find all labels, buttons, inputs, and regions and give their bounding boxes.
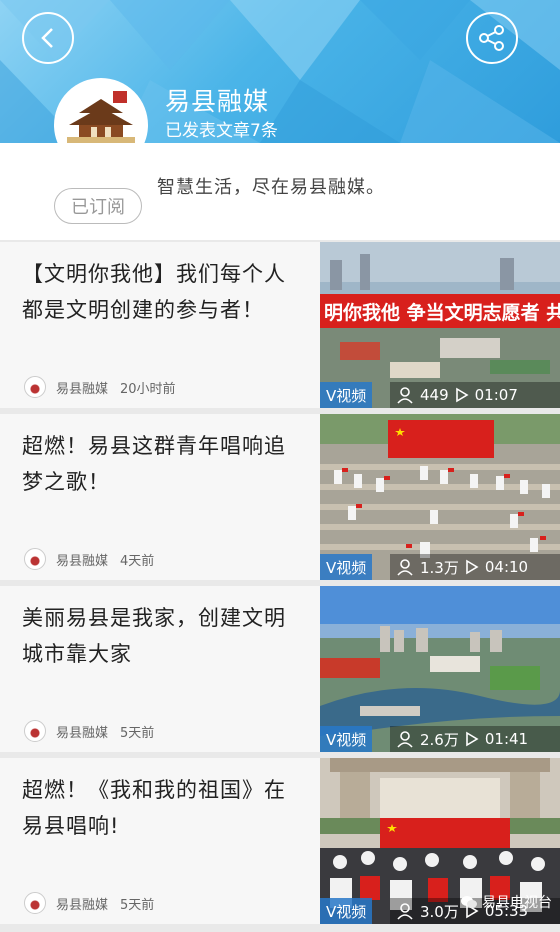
share-icon (479, 25, 504, 51)
user-icon (397, 731, 413, 748)
article-time: 4天前 (120, 553, 155, 569)
article-card[interactable]: 超燃！易县这群青年唱响追梦之歌！ 易县融媒 4天前 V视频 1.3万 04:10 (0, 414, 560, 580)
video-thumbnail[interactable]: V视频 3.0万 05:33 易县电视台 (320, 758, 560, 924)
watermark: 易县电视台 (460, 892, 552, 912)
article-meta: 易县融媒 4天前 (24, 548, 154, 570)
view-count: 2.6万 (420, 730, 459, 749)
article-source: 易县融媒 (56, 553, 109, 569)
video-stats: 2.6万 01:41 (390, 726, 560, 752)
view-count: 3.0万 (420, 902, 459, 921)
play-icon (466, 559, 479, 575)
video-badge: V视频 (320, 382, 373, 408)
article-source: 易县融媒 (56, 381, 109, 397)
video-thumbnail[interactable]: V视频 1.3万 04:10 (320, 414, 560, 580)
video-duration: 04:10 (484, 558, 529, 576)
video-badge: V视频 (320, 898, 373, 924)
article-title: 超燃！易县这群青年唱响追梦之歌！ (22, 434, 286, 494)
article-title: 超燃！《我和我的祖国》在易县唱响! (22, 778, 286, 838)
view-count: 449 (420, 386, 449, 404)
account-avatar[interactable] (54, 78, 148, 172)
video-thumbnail[interactable]: V视频 2.6万 01:41 (320, 586, 560, 752)
user-icon (397, 559, 413, 576)
subscribed-button[interactable]: 已订阅 (54, 188, 142, 224)
article-time: 5天前 (120, 725, 155, 741)
article-time: 5天前 (120, 897, 155, 913)
article-meta: 易县融媒 20小时前 (24, 376, 176, 398)
user-icon (397, 903, 413, 920)
account-name: 易县融媒 (165, 87, 270, 116)
video-duration: 01:41 (484, 730, 529, 748)
video-stats: 449 01:07 (390, 382, 560, 408)
article-title: 美丽易县是我家，创建文明城市靠大家 (22, 606, 286, 666)
article-source: 易县融媒 (56, 897, 109, 913)
article-title: 【文明你我他】我们每个人都是文明创建的参与者！ (22, 262, 286, 322)
article-card[interactable]: 超燃！《我和我的祖国》在易县唱响! 易县融媒 5天前 V视频 3.0万 05:3… (0, 758, 560, 924)
watermark-text: 易县电视台 (482, 895, 552, 911)
share-button[interactable] (466, 12, 518, 64)
article-card[interactable]: 美丽易县是我家，创建文明城市靠大家 易县融媒 5天前 V视频 2.6万 01:4… (0, 586, 560, 752)
article-meta: 易县融媒 5天前 (24, 892, 154, 914)
thumb-banner-text: 明你我他 争当文明志愿者 共建文明县 (324, 301, 560, 324)
article-meta: 易县融媒 5天前 (24, 720, 154, 742)
video-badge: V视频 (320, 726, 373, 752)
source-avatar-icon (24, 548, 46, 570)
video-stats: 1.3万 04:10 (390, 554, 560, 580)
article-time: 20小时前 (120, 381, 176, 397)
user-icon (397, 387, 413, 404)
video-duration: 01:07 (474, 386, 518, 404)
video-thumbnail[interactable]: 明你我他 争当文明志愿者 共建文明县 V视频 449 01:07 (320, 242, 560, 408)
wechat-icon (461, 896, 477, 908)
article-source: 易县融媒 (56, 725, 109, 741)
view-count: 1.3万 (420, 558, 459, 577)
play-icon (455, 387, 469, 403)
source-avatar-icon (24, 720, 46, 742)
article-card[interactable]: 【文明你我他】我们每个人都是文明创建的参与者！ 易县融媒 20小时前 明你我他 … (0, 242, 560, 408)
chevron-left-icon (41, 28, 53, 48)
back-button[interactable] (22, 12, 74, 64)
pavilion-logo-icon (67, 91, 135, 143)
video-badge: V视频 (320, 554, 373, 580)
account-slogan: 智慧生活，尽在易县融媒。 (157, 177, 385, 198)
source-avatar-icon (24, 892, 46, 914)
play-icon (466, 731, 479, 747)
article-count: 已发表文章7条 (165, 121, 278, 141)
source-avatar-icon (24, 376, 46, 398)
